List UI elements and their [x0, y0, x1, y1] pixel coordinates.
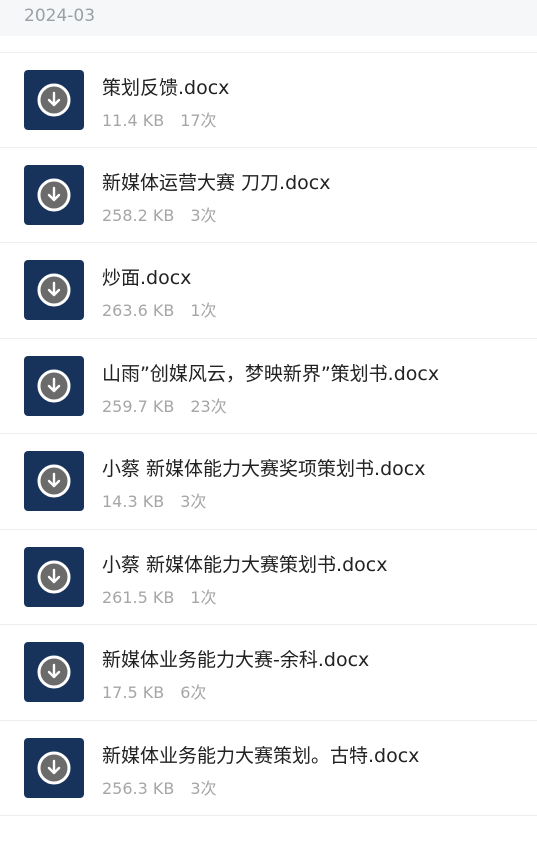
- file-name: 小蔡 新媒体能力大赛奖项策划书.docx: [102, 458, 426, 480]
- file-list-page: 2024-03 策划反馈.docx 11.4 KB 17次 新媒体运营大赛 刀刀…: [0, 0, 537, 847]
- download-count: 17次: [180, 111, 217, 130]
- download-count: 3次: [190, 205, 217, 225]
- file-meta: 258.2 KB 3次: [102, 202, 217, 226]
- file-row[interactable]: 新媒体运营大赛 刀刀.docx 258.2 KB 3次: [0, 148, 537, 243]
- download-count: 3次: [190, 778, 217, 798]
- file-thumbnail: [24, 70, 84, 130]
- download-icon: [37, 464, 71, 498]
- file-name: 新媒体业务能力大赛策划。古特.docx: [102, 744, 420, 767]
- download-count: 1次: [190, 301, 217, 320]
- file-meta: 263.6 KB 1次: [102, 297, 217, 321]
- file-thumbnail: [24, 260, 84, 320]
- file-size: 17.5 KB: [102, 683, 165, 702]
- download-icon: [37, 655, 71, 689]
- download-icon: [37, 560, 71, 593]
- download-icon: [37, 751, 71, 784]
- file-row[interactable]: 新媒体业务能力大赛-余科.docx 17.5 KB 6次: [0, 625, 537, 721]
- date-group-header: 2024-03: [0, 0, 537, 36]
- download-count: 1次: [190, 587, 217, 607]
- file-meta: 11.4 KB 17次: [102, 107, 217, 131]
- download-icon: [37, 178, 71, 211]
- file-meta: 14.3 KB 3次: [102, 488, 206, 512]
- file-size: 258.2 KB: [102, 205, 175, 225]
- file-name: 小蔡 新媒体能力大赛策划书.docx: [102, 553, 388, 576]
- file-size: 261.5 KB: [102, 587, 175, 607]
- file-row[interactable]: 策划反馈.docx 11.4 KB 17次: [0, 52, 537, 148]
- file-thumbnail: [24, 737, 84, 798]
- download-count: 23次: [190, 396, 227, 416]
- file-size: 11.4 KB: [102, 111, 165, 130]
- file-thumbnail: [24, 642, 84, 702]
- file-row[interactable]: 小蔡 新媒体能力大赛奖项策划书.docx 14.3 KB 3次: [0, 434, 537, 530]
- file-size: 256.3 KB: [102, 778, 175, 798]
- file-thumbnail: [24, 451, 84, 511]
- file-size: 263.6 KB: [102, 301, 175, 320]
- file-name: 策划反馈.docx: [102, 77, 230, 99]
- file-meta: 256.3 KB 3次: [102, 775, 217, 799]
- download-icon: [37, 369, 71, 402]
- file-meta: 17.5 KB 6次: [102, 679, 206, 703]
- file-name: 山雨”创媒风云，梦映新界”策划书.docx: [102, 362, 440, 385]
- download-icon: [37, 273, 71, 307]
- file-meta: 261.5 KB 1次: [102, 584, 217, 608]
- file-row[interactable]: 炒面.docx 263.6 KB 1次: [0, 243, 537, 339]
- file-name: 炒面.docx: [102, 267, 192, 289]
- file-name: 新媒体业务能力大赛-余科.docx: [102, 649, 370, 671]
- date-group-label: 2024-03: [24, 6, 96, 26]
- download-count: 3次: [180, 492, 207, 511]
- download-icon: [37, 83, 71, 117]
- file-row[interactable]: 新媒体业务能力大赛策划。古特.docx 256.3 KB 3次: [0, 721, 537, 816]
- download-count: 6次: [180, 683, 207, 702]
- file-meta: 259.7 KB 23次: [102, 393, 227, 417]
- file-thumbnail: [24, 546, 84, 607]
- file-name: 新媒体运营大赛 刀刀.docx: [102, 171, 331, 194]
- file-thumbnail: [24, 164, 84, 225]
- file-size: 259.7 KB: [102, 396, 175, 416]
- file-row[interactable]: 小蔡 新媒体能力大赛策划书.docx 261.5 KB 1次: [0, 530, 537, 625]
- file-size: 14.3 KB: [102, 492, 165, 511]
- file-list: 策划反馈.docx 11.4 KB 17次 新媒体运营大赛 刀刀.docx 258…: [0, 52, 537, 816]
- file-row[interactable]: 山雨”创媒风云，梦映新界”策划书.docx 259.7 KB 23次: [0, 339, 537, 434]
- file-thumbnail: [24, 355, 84, 416]
